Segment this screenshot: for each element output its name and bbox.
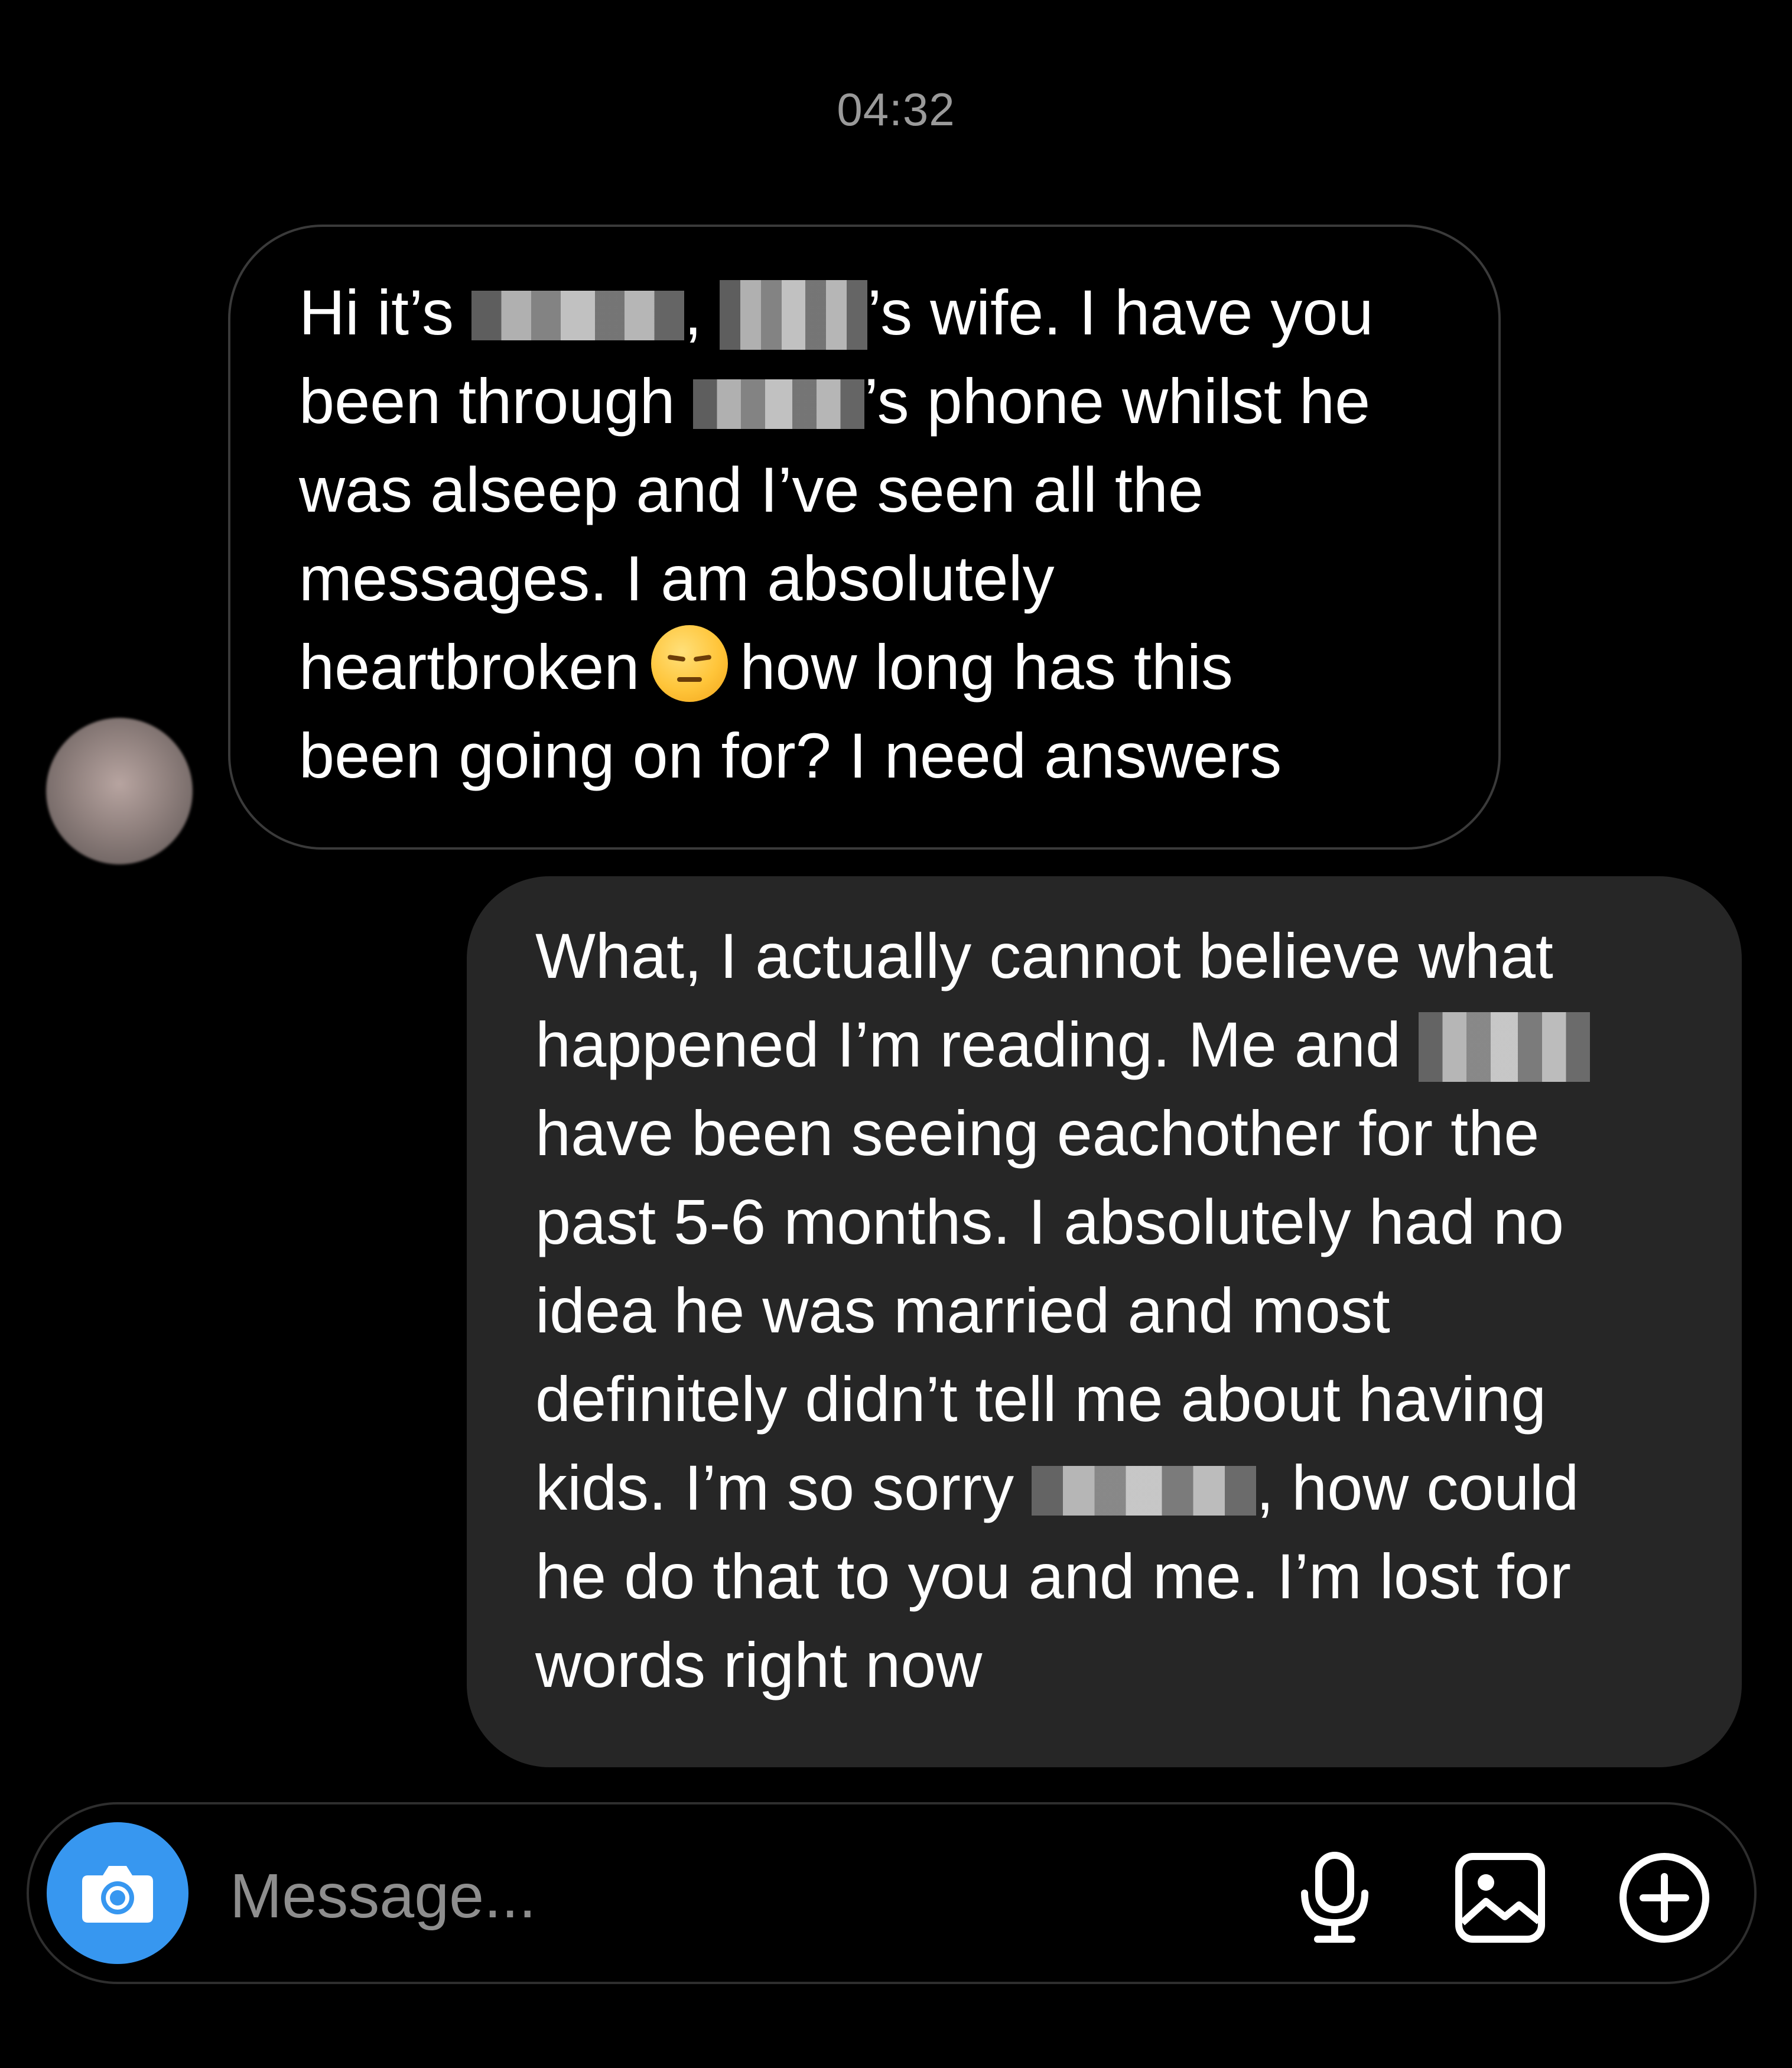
message-timestamp: 04:32 bbox=[837, 83, 955, 135]
message-line: What, I actually cannot believe what bbox=[535, 920, 1553, 991]
incoming-message-text: Hi it’s , ’s wife. I have you been throu… bbox=[299, 268, 1374, 800]
message-line: happened I’m reading. Me and bbox=[535, 1000, 1742, 1089]
redacted-name bbox=[1419, 1012, 1591, 1082]
message-line: been through ’s phone whilst he bbox=[299, 357, 1374, 446]
message-line: heartbroken how long has this bbox=[299, 623, 1374, 711]
message-line: definitely didn’t tell me about having bbox=[535, 1363, 1547, 1435]
microphone-icon bbox=[1301, 1852, 1368, 1943]
message-line: kids. I’m so sorry , how could bbox=[535, 1443, 1742, 1532]
redacted-name bbox=[1032, 1466, 1257, 1516]
text-segment: how long has this bbox=[740, 631, 1233, 703]
message-line: been going on for? I need answers bbox=[299, 720, 1282, 791]
outgoing-message-bubble[interactable]: What, I actually cannot believe what hap… bbox=[467, 876, 1742, 1767]
text-segment: , bbox=[684, 277, 720, 348]
image-gallery-icon bbox=[1455, 1853, 1545, 1943]
plus-circle-icon bbox=[1619, 1853, 1709, 1943]
message-line: Hi it’s , ’s wife. I have you bbox=[299, 268, 1374, 357]
pensive-face-emoji bbox=[651, 625, 728, 702]
text-segment: , how could bbox=[1256, 1452, 1579, 1523]
text-segment: Hi it’s bbox=[299, 277, 472, 348]
message-line: have been seeing eachother for the bbox=[535, 1097, 1540, 1169]
incoming-message-bubble[interactable]: Hi it’s , ’s wife. I have you been throu… bbox=[228, 225, 1501, 850]
text-segment: ’s phone whilst he bbox=[864, 365, 1371, 437]
message-line: was alseep and I’ve seen all the bbox=[299, 454, 1204, 525]
message-line: he do that to you and me. I’m lost for bbox=[535, 1540, 1571, 1612]
redacted-name bbox=[471, 291, 685, 340]
text-segment: heartbroken bbox=[299, 631, 640, 703]
message-line: words right now bbox=[535, 1629, 983, 1700]
camera-button[interactable] bbox=[47, 1822, 188, 1964]
message-line: past 5-6 months. I absolutely had no bbox=[535, 1186, 1565, 1257]
text-segment: ’s wife. I have you bbox=[867, 277, 1374, 348]
text-segment: kids. I’m so sorry bbox=[535, 1452, 1032, 1523]
message-composer bbox=[27, 1802, 1757, 1984]
message-line: idea he was married and most bbox=[535, 1274, 1390, 1346]
sender-avatar[interactable] bbox=[46, 718, 193, 864]
redacted-name bbox=[692, 379, 864, 429]
add-content-button[interactable] bbox=[1617, 1851, 1712, 1945]
camera-icon bbox=[82, 1866, 153, 1923]
text-segment: been through bbox=[299, 365, 693, 437]
voice-message-button[interactable] bbox=[1287, 1851, 1382, 1945]
message-input[interactable] bbox=[230, 1858, 1234, 1934]
gallery-button[interactable] bbox=[1453, 1851, 1547, 1945]
text-segment: happened I’m reading. Me and bbox=[535, 1009, 1419, 1080]
redacted-name bbox=[720, 280, 868, 350]
message-line: messages. I am absolutely bbox=[299, 542, 1055, 614]
outgoing-message-text: What, I actually cannot believe what hap… bbox=[535, 912, 1742, 1709]
